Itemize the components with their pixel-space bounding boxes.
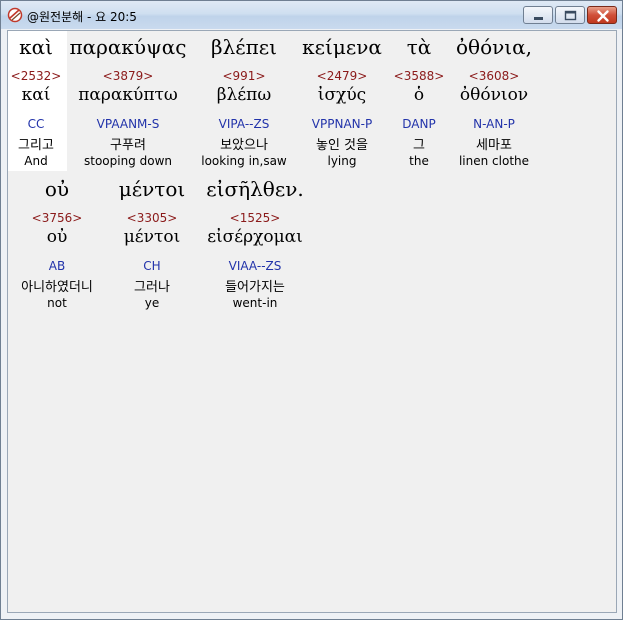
greek-word: οὐ (44, 177, 70, 201)
word-column-9[interactable]: εἰσῆλθεν. <1525> εἰσέρχομαι VIAA--ZS 들어가… (196, 177, 314, 313)
lemma: βλέπω (216, 85, 272, 105)
korean-gloss: 보았으나 (220, 138, 268, 153)
word-column-1[interactable]: καὶ <2532> καί CC 그리고 And (8, 35, 64, 171)
parsing-code: CC (27, 117, 45, 131)
word-column-3[interactable]: βλέπει <991> βλέπω VIPA--ZS 보았으나 looking… (192, 35, 296, 171)
parsing-code: N-AN-P (473, 117, 515, 131)
greek-word: κείμενα (302, 35, 382, 59)
english-gloss: the (409, 154, 429, 168)
strongs-number[interactable]: <991> (192, 69, 296, 83)
english-gloss: not (47, 296, 67, 310)
strongs-number[interactable]: <2532> (8, 69, 64, 83)
greek-word: τὰ (406, 35, 432, 59)
parsing-code: DANP (402, 117, 436, 131)
minimize-icon (534, 17, 543, 20)
parsing-code: VIAA--ZS (228, 259, 282, 273)
english-gloss: linen clothe (458, 154, 530, 168)
strongs-number[interactable]: <3608> (448, 69, 540, 83)
greek-word: παρακύψας (69, 35, 187, 59)
strongs-number[interactable]: <3305> (110, 211, 194, 225)
korean-gloss: 구푸려 (110, 138, 146, 153)
english-gloss: looking in,saw (201, 154, 287, 168)
close-button[interactable] (587, 6, 617, 24)
close-icon (597, 10, 609, 22)
strongs-number[interactable]: <2479> (296, 69, 388, 83)
lemma: ἰσχύς (317, 85, 367, 105)
maximize-button[interactable] (555, 6, 585, 24)
parsing-code: AB (48, 259, 66, 273)
greek-word: εἰσῆλθεν. (206, 177, 304, 201)
title-bar[interactable]: @원전분해 - 요 20:5 (1, 1, 622, 29)
korean-gloss: 그리고 (18, 138, 54, 153)
strongs-number[interactable]: <3588> (392, 69, 446, 83)
english-gloss: lying (327, 154, 357, 168)
word-column-6[interactable]: ὀθόνια, <3608> ὀθόνιον N-AN-P 세마포 linen … (448, 35, 540, 171)
greek-word: καὶ (19, 35, 53, 59)
korean-gloss: 놓인 것을 (316, 138, 368, 153)
parsing-code: CH (143, 259, 161, 273)
word-column-8[interactable]: μέντοι <3305> μέντοι CH 그러나 ye (110, 177, 194, 313)
lemma: ὁ (413, 85, 425, 105)
strongs-number[interactable]: <3879> (66, 69, 190, 83)
lemma: μέντοι (123, 227, 181, 247)
app-window: @원전분해 - 요 20:5 καὶ <2532> καί CC 그리고 And… (0, 0, 623, 620)
strongs-number[interactable]: <1525> (196, 211, 314, 225)
parsing-code: VPAANM-S (96, 117, 160, 131)
word-column-4[interactable]: κείμενα <2479> ἰσχύς VPPNAN-P 놓인 것을 lyin… (296, 35, 388, 171)
korean-gloss: 아니하였더니 (21, 280, 93, 295)
parsing-code: VPPNAN-P (311, 117, 373, 131)
greek-word: βλέπει (211, 35, 277, 59)
word-column-2[interactable]: παρακύψας <3879> παρακύπτω VPAANM-S 구푸려 … (66, 35, 190, 171)
window-title: @원전분해 - 요 20:5 (27, 10, 137, 24)
app-logo-icon (7, 7, 23, 23)
korean-gloss: 세마포 (476, 138, 512, 153)
english-gloss: And (24, 154, 48, 168)
lemma: ὀθόνιον (459, 85, 529, 105)
english-gloss: ye (144, 296, 160, 310)
korean-gloss: 그러나 (134, 280, 170, 295)
interlinear-view[interactable]: καὶ <2532> καί CC 그리고 And παρακύψας <387… (7, 30, 617, 613)
korean-gloss: 들어가지는 (225, 280, 285, 295)
parsing-code: VIPA--ZS (218, 117, 270, 131)
lemma: οὐ (46, 227, 68, 247)
greek-word: ὀθόνια, (456, 35, 532, 59)
word-column-5[interactable]: τὰ <3588> ὁ DANP 그 the (392, 35, 446, 171)
lemma: παρακύπτω (78, 85, 178, 105)
greek-word: μέντοι (118, 177, 186, 201)
lemma: εἰσέρχομαι (207, 227, 303, 247)
lemma: καί (21, 85, 51, 105)
strongs-number[interactable]: <3756> (8, 211, 106, 225)
english-gloss: stooping down (83, 154, 172, 168)
english-gloss: went-in (232, 296, 278, 310)
word-column-7[interactable]: οὐ <3756> οὐ AB 아니하였더니 not (8, 177, 106, 313)
korean-gloss: 그 (413, 138, 425, 153)
minimize-button[interactable] (523, 6, 553, 24)
maximize-icon (564, 10, 577, 21)
